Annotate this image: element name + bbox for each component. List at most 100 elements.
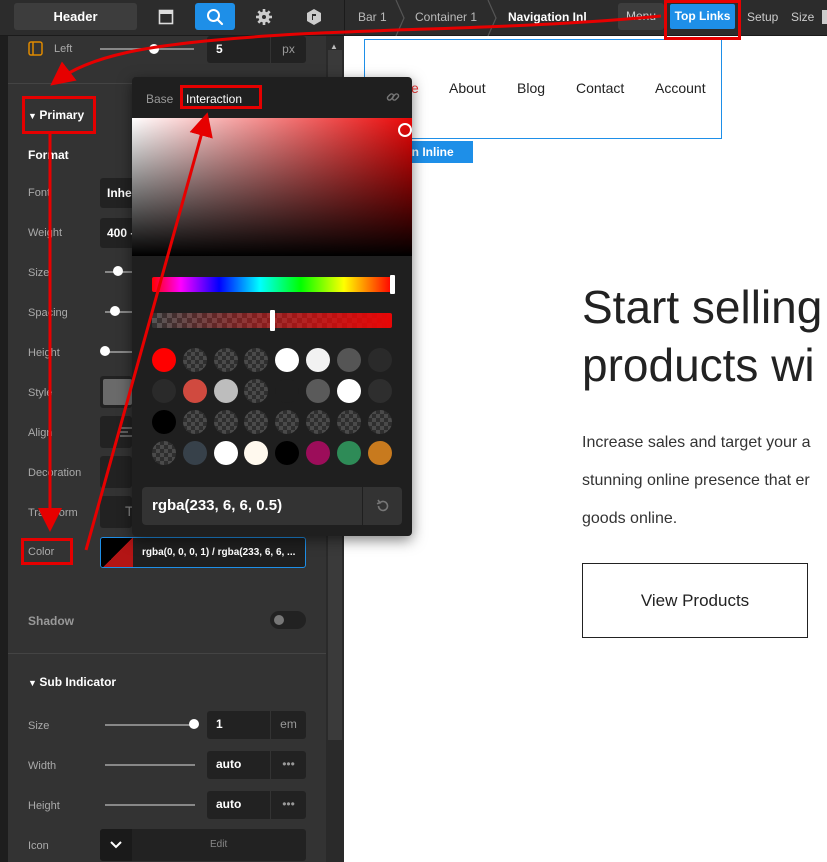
color-field[interactable]: rgba(0, 0, 0, 1) / rgba(233, 6, 6, ... [100, 537, 306, 568]
reset-icon[interactable] [363, 487, 402, 525]
color-swatch-option[interactable] [336, 348, 361, 372]
color-swatch-option[interactable] [336, 441, 361, 465]
size-slider-knob[interactable] [113, 266, 123, 276]
hero-title-line: Start selling [582, 281, 823, 333]
spacing-slider-knob[interactable] [110, 306, 120, 316]
color-swatch-option[interactable] [275, 410, 300, 434]
gear-icon[interactable] [244, 3, 284, 30]
tab-base[interactable]: Base [146, 92, 173, 106]
nav-link-account[interactable]: Account [655, 80, 706, 96]
color-swatch-option[interactable] [275, 441, 300, 465]
color-swatch-option[interactable] [182, 441, 207, 465]
hero-title-line: products wi [582, 339, 815, 391]
color-swatch-option[interactable] [182, 379, 207, 403]
color-swatch-option[interactable] [367, 441, 392, 465]
hue-slider-knob[interactable] [390, 275, 395, 294]
nav-link-about[interactable]: About [449, 80, 486, 96]
breadcrumb-chevron-icon [395, 0, 405, 36]
height-slider-knob[interactable] [100, 346, 110, 356]
color-swatch-option[interactable] [306, 410, 330, 434]
style-select[interactable] [100, 376, 132, 408]
sub-size-field[interactable]: 1 em [207, 711, 306, 739]
color-swatch-option[interactable] [306, 379, 330, 403]
scroll-up-icon[interactable]: ▲ [330, 42, 338, 51]
breadcrumb-bar[interactable]: Bar 1 [358, 0, 387, 36]
sub-width-slider[interactable] [105, 764, 195, 766]
hue-slider[interactable] [152, 277, 392, 292]
font-label: Font [28, 187, 51, 199]
sub-height-field[interactable]: auto ••• [207, 791, 306, 819]
decoration-label: Decoration [28, 467, 82, 479]
sub-size-slider[interactable] [105, 724, 195, 726]
size-tab[interactable]: Size [791, 0, 814, 36]
nav-link-home[interactable]: e [411, 80, 419, 96]
weight-value: 400 - [107, 226, 135, 240]
sub-icon-label: Icon [28, 840, 49, 852]
transform-select[interactable]: T [100, 496, 134, 528]
more-options-icon[interactable]: ••• [270, 791, 306, 819]
left-field[interactable]: 5 px [207, 36, 306, 63]
color-swatch-option[interactable] [306, 348, 330, 372]
left-unit[interactable]: px [270, 36, 306, 63]
header-button[interactable]: Header [14, 3, 137, 30]
style-option[interactable] [103, 379, 132, 405]
weight-label: Weight [28, 227, 63, 239]
color-swatch-option[interactable] [367, 410, 392, 434]
color-value-input[interactable]: rgba(233, 6, 6, 0.5) [142, 487, 362, 525]
align-select[interactable] [100, 416, 132, 448]
color-swatch-option[interactable] [336, 379, 361, 403]
sub-height-slider[interactable] [105, 804, 195, 806]
color-swatch-option[interactable] [213, 348, 238, 372]
color-swatch-option[interactable] [213, 379, 238, 403]
color-swatch-option[interactable] [367, 379, 392, 403]
sub-width-value: auto [216, 757, 242, 771]
saturation-knob[interactable] [398, 123, 412, 137]
color-swatch-option[interactable] [244, 379, 269, 403]
color-swatch-option[interactable] [244, 441, 269, 465]
sub-size-unit[interactable]: em [270, 711, 306, 739]
color-swatch-option[interactable] [152, 379, 176, 403]
breadcrumb-container[interactable]: Container 1 [415, 0, 477, 36]
color-swatch-option[interactable] [152, 410, 176, 434]
more-options-icon[interactable]: ••• [270, 751, 306, 779]
color-swatch-option[interactable] [213, 410, 238, 434]
left-slider[interactable] [100, 48, 194, 50]
setup-tab[interactable]: Setup [747, 0, 778, 36]
nav-link-blog[interactable]: Blog [517, 80, 545, 96]
color-swatch[interactable] [101, 538, 133, 567]
height-label: Height [28, 347, 60, 359]
search-icon[interactable] [195, 3, 235, 30]
color-swatch-option[interactable] [152, 348, 176, 372]
sub-icon-field[interactable]: Edit [100, 829, 306, 861]
sub-size-slider-knob[interactable] [189, 719, 199, 729]
color-swatch-option[interactable] [367, 348, 392, 372]
next-tab-edge [822, 10, 827, 24]
font-value: Inhe [107, 186, 132, 200]
breadcrumb-navigation[interactable]: Navigation Inl [508, 0, 587, 36]
color-swatch-option[interactable] [152, 441, 176, 465]
sub-width-field[interactable]: auto ••• [207, 751, 306, 779]
color-swatch-option[interactable] [275, 379, 300, 403]
sub-indicator-toggle[interactable]: ▼ Sub Indicator [28, 675, 116, 689]
view-products-button[interactable]: View Products [582, 563, 808, 638]
sub-icon-edit[interactable]: Edit [210, 839, 227, 850]
color-swatch-option[interactable] [244, 348, 269, 372]
left-slider-knob[interactable] [149, 44, 159, 54]
alpha-slider-knob[interactable] [270, 310, 275, 331]
decoration-select[interactable] [100, 456, 132, 488]
menu-tab[interactable]: Menu [618, 3, 664, 30]
shadow-toggle[interactable] [270, 611, 306, 629]
saturation-value-area[interactable] [132, 118, 412, 256]
color-swatch-option[interactable] [244, 410, 269, 434]
plugin-icon[interactable] [294, 3, 334, 30]
color-swatch-option[interactable] [336, 410, 361, 434]
layout-icon[interactable] [146, 3, 186, 30]
color-swatch-option[interactable] [182, 348, 207, 372]
color-swatch-option[interactable] [182, 410, 207, 434]
color-swatch-option[interactable] [213, 441, 238, 465]
link-icon[interactable] [386, 90, 400, 104]
chevron-down-icon[interactable] [100, 829, 132, 861]
color-swatch-option[interactable] [275, 348, 300, 372]
nav-link-contact[interactable]: Contact [576, 80, 624, 96]
color-swatch-option[interactable] [306, 441, 330, 465]
